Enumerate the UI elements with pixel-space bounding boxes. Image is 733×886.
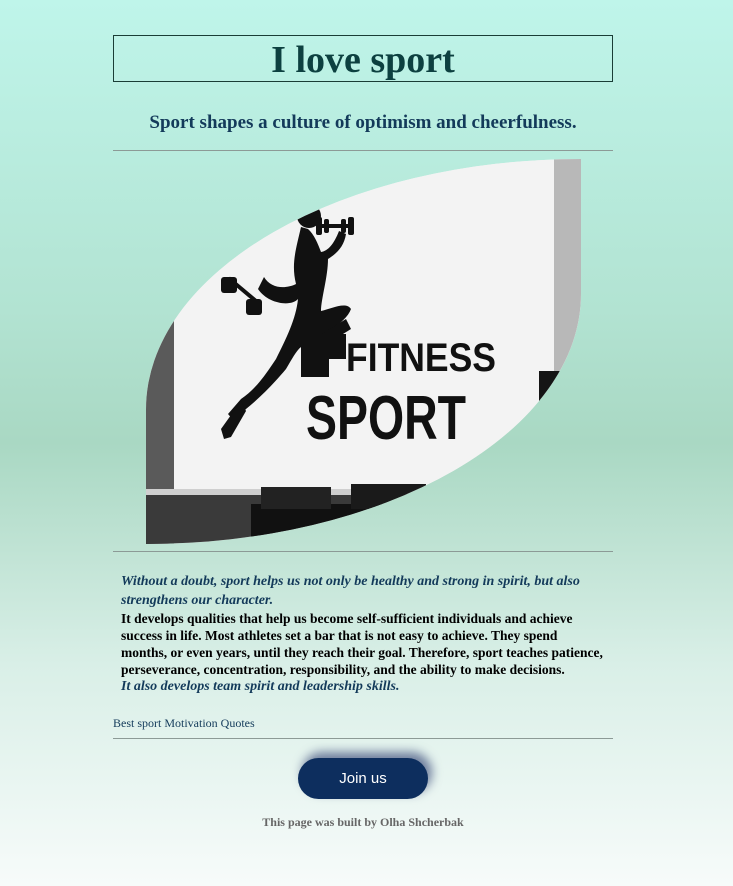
page-title: I love sport (113, 35, 613, 82)
footer-credit: This page was built by Olha Shcherbak (262, 815, 464, 829)
motivation-quotes-link[interactable]: Best sport Motivation Quotes (113, 716, 613, 731)
article-text: Without a doubt, sport helps us not only… (113, 552, 613, 696)
body-text: It develops qualities that help us becom… (121, 611, 603, 677)
fitness-photo: FITNESS SPORT (146, 159, 581, 544)
fitness-image: FITNESS SPORT (146, 159, 581, 544)
fitness-illustration: FITNESS SPORT (146, 159, 581, 544)
page-subtitle: Sport shapes a culture of optimism and c… (149, 112, 577, 133)
logo-text-sport: SPORT (306, 384, 466, 453)
divider (113, 150, 613, 151)
page-container: I love sport Sport shapes a culture of o… (113, 35, 613, 830)
divider (113, 738, 613, 739)
logo-text-fitness: FITNESS (346, 336, 496, 380)
quote-text-secondary: It also develops team spirit and leaders… (121, 679, 400, 694)
cta-area: Join us (113, 758, 613, 799)
join-us-button[interactable]: Join us (298, 758, 428, 799)
quote-text: Without a doubt, sport helps us not only… (121, 574, 580, 608)
